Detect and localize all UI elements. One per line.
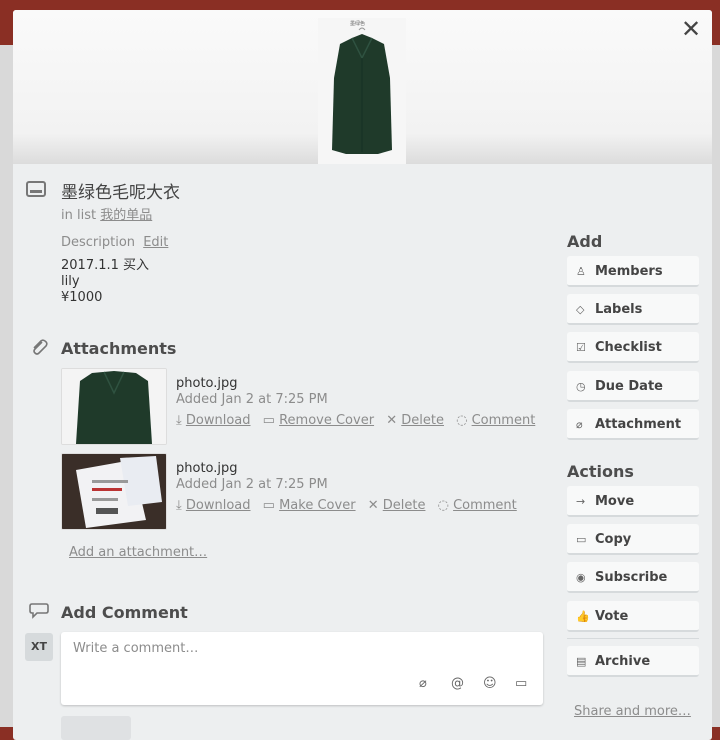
download-link[interactable]: Download <box>186 498 251 513</box>
save-comment-button[interactable] <box>61 716 131 740</box>
vote-label: Vote <box>595 609 629 624</box>
description-line: ¥1000 <box>61 290 103 305</box>
list-reference: in list 我的单品 <box>61 204 152 223</box>
board-background-left <box>0 45 13 727</box>
move-button[interactable]: → Move <box>567 486 699 517</box>
comment-bubble-icon: ◌ <box>437 498 449 513</box>
checkbox-icon: ☑ <box>576 341 586 354</box>
comment-icon <box>29 603 49 619</box>
comment-bubble-icon: ◌ <box>456 413 468 428</box>
thumbs-up-icon: 👍 <box>576 610 590 623</box>
attachment-thumbnail[interactable] <box>61 368 167 445</box>
emoji-icon[interactable]: ☺ <box>483 676 497 691</box>
download-link[interactable]: Download <box>186 413 251 428</box>
delete-link[interactable]: Delete <box>401 413 444 428</box>
description-text[interactable]: 2017.1.1 买入 lily ¥1000 <box>61 258 149 306</box>
attachment-name: photo.jpg <box>176 461 238 476</box>
person-icon: ♙ <box>576 265 586 278</box>
cover-icon: ▭ <box>262 498 275 513</box>
cover-image: 墨绿色 <box>318 18 406 164</box>
due-date-label: Due Date <box>595 379 663 394</box>
comment-input[interactable] <box>71 640 515 657</box>
labels-label: Labels <box>595 302 643 317</box>
download-icon: ⤓ <box>176 413 182 428</box>
add-heading: Add <box>567 232 603 251</box>
card-icon <box>26 181 46 197</box>
attachment-actions: ⤓ Download ▭ Make Cover ✕ Delete ◌ Comme… <box>176 498 525 513</box>
in-list-prefix: in list <box>61 208 97 223</box>
move-label: Move <box>595 494 635 509</box>
checklist-button[interactable]: ☑ Checklist <box>567 332 699 363</box>
attachment-added: Added Jan 2 at 7:25 PM <box>176 477 328 492</box>
card-title[interactable]: 墨绿色毛呢大衣 <box>61 178 180 203</box>
list-link[interactable]: 我的单品 <box>100 208 152 223</box>
card-icon: ▭ <box>576 533 587 546</box>
attachment-thumbnail[interactable] <box>61 453 167 530</box>
coat-image <box>332 27 392 154</box>
members-label: Members <box>595 264 663 279</box>
archive-label: Archive <box>595 654 651 669</box>
arrow-right-icon: → <box>576 495 586 508</box>
share-row: Share and more… <box>574 704 691 719</box>
attachment-actions: ⤓ Download ▭ Remove Cover ✕ Delete ◌ Com… <box>176 413 543 428</box>
description-line: 2017.1.1 买入 <box>61 258 150 273</box>
subscribe-button[interactable]: ◉ Subscribe <box>567 562 699 593</box>
card-cover: 墨绿色 ✕ <box>13 10 712 164</box>
description-edit-link[interactable]: Edit <box>143 235 168 250</box>
attachment-name: photo.jpg <box>176 376 238 391</box>
coat-thumbnail-image <box>62 369 166 444</box>
attachment-added: Added Jan 2 at 7:25 PM <box>176 392 328 407</box>
cover-icon: ▭ <box>262 413 275 428</box>
attachment-details: photo.jpg Added Jan 2 at 7:25 PM ⤓ Downl… <box>176 461 525 513</box>
add-attachment-row: Add an attachment… <box>69 545 207 560</box>
share-and-more-link[interactable]: Share and more… <box>574 704 691 719</box>
paperclip-icon[interactable]: ⌀ <box>419 676 427 691</box>
add-comment-heading: Add Comment <box>61 603 188 622</box>
comment-link[interactable]: Comment <box>453 498 517 513</box>
description-header: Description Edit <box>61 235 168 250</box>
description-line: lily <box>61 274 80 289</box>
copy-button[interactable]: ▭ Copy <box>567 524 699 555</box>
avatar[interactable]: XT <box>25 633 53 661</box>
subscribe-label: Subscribe <box>595 570 668 585</box>
archive-icon: ▤ <box>576 655 587 668</box>
actions-heading: Actions <box>567 462 634 481</box>
attachments-heading: Attachments <box>61 339 177 358</box>
mention-icon[interactable]: @ <box>451 676 464 691</box>
label-icon: ◇ <box>576 303 585 316</box>
due-date-button[interactable]: ◷ Due Date <box>567 371 699 402</box>
download-icon: ⤓ <box>176 498 182 513</box>
card-link-icon[interactable]: ▭ <box>515 676 527 691</box>
members-button[interactable]: ♙ Members <box>567 256 699 287</box>
remove-cover-link[interactable]: Remove Cover <box>279 413 374 428</box>
copy-label: Copy <box>595 532 632 547</box>
eye-icon: ◉ <box>576 571 586 584</box>
receipt-thumbnail-image <box>62 454 166 529</box>
paperclip-icon <box>33 339 48 355</box>
clock-icon: ◷ <box>576 380 586 393</box>
attachment-button[interactable]: ⌀ Attachment <box>567 409 699 440</box>
delete-icon: ✕ <box>367 498 379 513</box>
paperclip-icon: ⌀ <box>576 418 583 431</box>
delete-link[interactable]: Delete <box>383 498 426 513</box>
close-icon[interactable]: ✕ <box>678 16 704 42</box>
comment-box: ⌀ @ ☺ ▭ <box>61 632 543 705</box>
description-label: Description <box>61 235 136 250</box>
labels-button[interactable]: ◇ Labels <box>567 294 699 325</box>
checklist-label: Checklist <box>595 340 662 355</box>
vote-button[interactable]: 👍 Vote <box>567 601 699 632</box>
attachment-label: Attachment <box>595 417 682 432</box>
archive-button[interactable]: ▤ Archive <box>567 646 699 677</box>
comment-link[interactable]: Comment <box>472 413 536 428</box>
board-background-right <box>712 45 720 727</box>
attachment-details: photo.jpg Added Jan 2 at 7:25 PM ⤓ Downl… <box>176 376 543 428</box>
sidebar-divider <box>567 638 699 639</box>
card-detail-modal: 墨绿色 ✕ 墨绿色毛呢大衣 in list 我的单品 Description E… <box>13 10 712 740</box>
delete-icon: ✕ <box>386 413 398 428</box>
add-attachment-link[interactable]: Add an attachment… <box>69 545 207 560</box>
make-cover-link[interactable]: Make Cover <box>279 498 355 513</box>
